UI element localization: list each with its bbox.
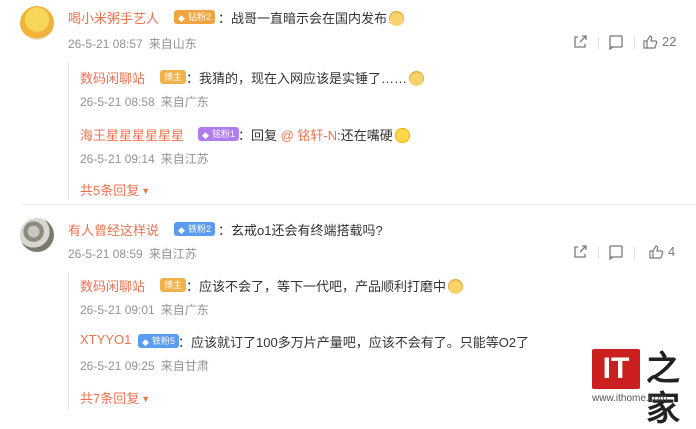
comment-actions: 22	[572, 34, 682, 52]
reply-meta: 26-5-21 09:25 来自甘肃	[80, 357, 209, 374]
reply-meta: 26-5-21 09:14 来自江苏	[80, 150, 209, 167]
cat-emoji-icon	[448, 279, 464, 294]
comment-icon[interactable]	[608, 34, 624, 53]
caret-down-icon: ▼	[141, 394, 151, 404]
cat-emoji-icon	[389, 11, 405, 26]
like-button[interactable]: 4	[648, 244, 675, 263]
comment-date: 26-5-21 08:59	[68, 247, 143, 261]
reply-location: 来自广东	[160, 95, 209, 109]
comment-actions: 4	[572, 244, 682, 262]
reply-username[interactable]: 海王星星星星星星	[80, 125, 184, 144]
reply-thread-line	[68, 62, 69, 200]
action-separator	[598, 37, 599, 49]
avatar[interactable]	[20, 6, 54, 40]
reply-text: ：回复 @ 铭轩-N:还在嘴硬	[238, 125, 410, 144]
reply-text: ：我猜的，现在入网应该是实锤了……	[186, 68, 425, 87]
reply-username[interactable]: XTYYO1	[80, 332, 131, 347]
reply-thread-line	[68, 272, 69, 410]
fan-badge: ◆ 铭粉1	[198, 127, 240, 141]
more-replies-link[interactable]: 共5条回复 ▼	[80, 180, 150, 199]
share-icon[interactable]	[572, 244, 588, 263]
action-separator	[598, 247, 599, 259]
fan-badge: ◆ 钻粉2	[174, 10, 216, 24]
reply-date: 26-5-21 09:01	[80, 303, 155, 317]
cat-emoji-icon	[409, 71, 425, 86]
more-replies-link[interactable]: 共7条回复 ▼	[80, 388, 150, 407]
like-button[interactable]: 22	[642, 34, 676, 53]
fan-badge-label: 钻粉2	[188, 12, 212, 22]
reply-meta: 26-5-21 09:01 来自广东	[80, 301, 209, 318]
comment-username[interactable]: 喝小米粥手艺人	[68, 8, 159, 27]
comment-meta: 26-5-21 08:59 来自江苏	[68, 245, 197, 262]
more-replies-label: 共5条回复	[80, 183, 140, 198]
reply-text: ：应该就订了100多万片产量吧，应该不会有了。只能等O2了	[178, 335, 530, 350]
reply-text-content: ：我猜的，现在入网应该是实锤了……	[186, 71, 408, 86]
thumbs-up-icon	[649, 245, 664, 259]
caret-down-icon: ▼	[141, 186, 151, 196]
comment-location: 来自江苏	[148, 247, 197, 261]
fan-badge: ◆ 铁粉2	[174, 222, 216, 236]
fan-badge-label: 铁粉5	[152, 336, 176, 346]
diamond-icon: ◆	[202, 130, 209, 140]
laugh-emoji-icon	[394, 128, 410, 143]
reply-location: 来自广东	[160, 303, 209, 317]
thumbs-up-icon	[643, 35, 658, 49]
like-count: 4	[668, 244, 676, 259]
mention-link[interactable]: @ 铭轩-N	[281, 128, 338, 143]
reply-date: 26-5-21 09:25	[80, 359, 155, 373]
more-replies-label: 共7条回复	[80, 391, 140, 406]
host-badge: 博主	[160, 70, 187, 84]
comment-text-content: ：战哥一直暗示会在国内发布	[218, 11, 388, 26]
reply-text-suffix: :还在嘴硬	[337, 128, 393, 143]
comment-icon[interactable]	[608, 244, 624, 263]
ithome-logo-cn: 之家	[646, 350, 680, 428]
comment-text: ：玄戒o1还会有终端搭载吗?	[218, 223, 383, 238]
comment-location: 来自山东	[148, 37, 197, 51]
reply-text-prefix: ：回复	[238, 128, 281, 143]
reply-location: 来自甘肃	[160, 359, 209, 373]
avatar[interactable]	[20, 218, 54, 252]
reply-username[interactable]: 数码闲聊站	[80, 68, 145, 87]
reply-date: 26-5-21 08:58	[80, 95, 155, 109]
reply-meta: 26-5-21 08:58 来自广东	[80, 93, 209, 110]
fan-badge-label: 铁粉2	[188, 224, 212, 234]
reply-username[interactable]: 数码闲聊站	[80, 276, 145, 295]
comment-meta: 26-5-21 08:57 来自山东	[68, 35, 197, 52]
action-separator	[634, 247, 635, 259]
comment-date: 26-5-21 08:57	[68, 37, 143, 51]
reply-text-content: ：应该不会了，等下一代吧，产品顺利打磨中	[186, 279, 447, 294]
ithome-watermark: IT 之家 www.ithome.com	[592, 349, 684, 428]
like-count: 22	[662, 34, 677, 49]
reply-text: ：应该不会了，等下一代吧，产品顺利打磨中	[186, 276, 464, 295]
comment-username[interactable]: 有人曾经这样说	[68, 220, 159, 239]
diamond-icon: ◆	[142, 337, 149, 347]
comment-text: ：战哥一直暗示会在国内发布	[218, 8, 405, 27]
comment-divider	[20, 204, 696, 205]
action-separator	[634, 37, 635, 49]
reply-date: 26-5-21 09:14	[80, 152, 155, 166]
ithome-logo-box: IT	[592, 349, 640, 389]
share-icon[interactable]	[572, 34, 588, 53]
fan-badge: ◆ 铁粉5	[138, 334, 180, 348]
reply-location: 来自江苏	[160, 152, 209, 166]
fan-badge-label: 铭粉1	[212, 129, 236, 139]
diamond-icon: ◆	[178, 225, 185, 235]
host-badge: 博主	[160, 278, 187, 292]
ithome-url: www.ithome.com	[592, 393, 668, 404]
diamond-icon: ◆	[178, 13, 185, 23]
